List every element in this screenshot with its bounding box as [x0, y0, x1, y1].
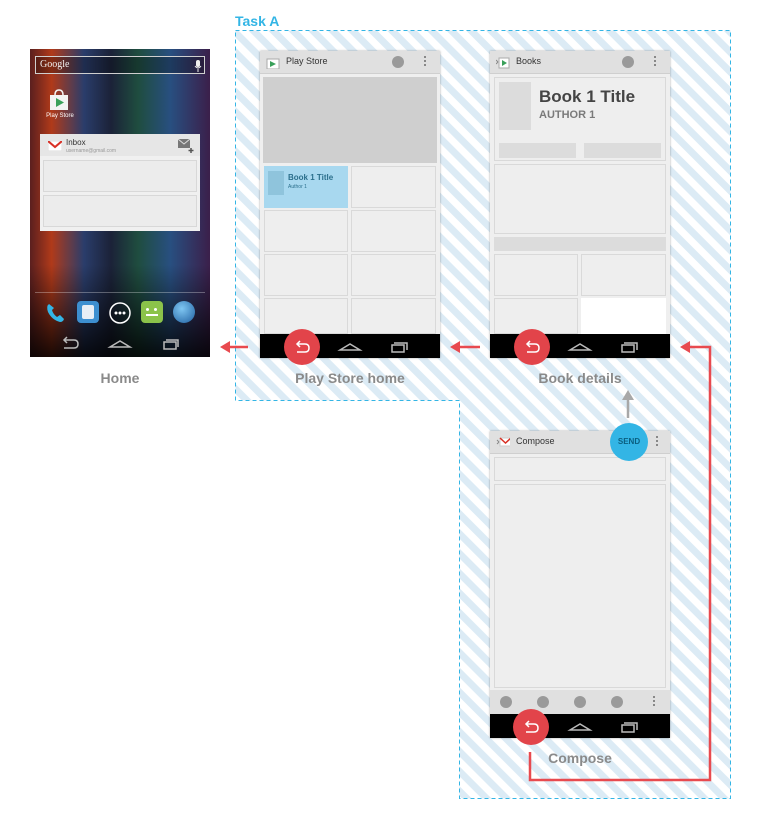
search-icon[interactable] — [392, 56, 404, 68]
all-apps-icon[interactable] — [109, 302, 131, 324]
inbox-title: Inbox — [66, 138, 86, 147]
nav-recents-icon — [621, 342, 638, 353]
overflow-menu-icon[interactable] — [654, 56, 657, 68]
nav-recents-icon — [391, 342, 408, 353]
bottom-action-bar — [490, 690, 670, 714]
inbox-row[interactable] — [43, 195, 197, 227]
caption-compose: Compose — [548, 750, 612, 766]
nav-home-icon — [337, 343, 363, 351]
section-header — [494, 237, 666, 251]
empty-tile — [581, 298, 666, 334]
books-action-bar: Books — [490, 51, 670, 74]
grid-tile[interactable] — [264, 210, 348, 252]
back-arrow-icon — [525, 340, 540, 353]
books-title: Books — [516, 56, 542, 66]
back-button-highlight[interactable] — [513, 709, 549, 745]
nav-home-icon — [567, 723, 593, 731]
grid-tile[interactable] — [351, 166, 436, 208]
nav-home-icon — [107, 340, 133, 348]
caption-book-details: Book details — [538, 370, 622, 386]
back-arrow-icon — [295, 340, 310, 353]
messaging-icon[interactable] — [141, 301, 163, 323]
phone-icon[interactable] — [44, 302, 66, 324]
inbox-widget[interactable]: Inbox username@gmail.com — [40, 134, 200, 231]
search-icon[interactable] — [622, 56, 634, 68]
book-details-screen: Books Book 1 Title AUTHOR 1 — [490, 51, 670, 358]
description-section — [494, 164, 666, 234]
home-screen: Google Play Store Inbox username@gmail.c… — [30, 49, 210, 357]
browser-icon[interactable] — [173, 301, 195, 323]
book-cover-thumb — [268, 171, 284, 195]
caption-home: Home — [100, 370, 140, 386]
book-card-selected[interactable]: Book 1 Title Author 1 — [264, 166, 348, 208]
overflow-menu-icon[interactable] — [656, 436, 659, 448]
play-store-app-icon[interactable] — [266, 55, 280, 69]
task-label: Task A — [235, 13, 280, 29]
recipient-field[interactable] — [494, 457, 666, 481]
nav-back-icon — [62, 336, 79, 349]
google-search-bar[interactable]: Google — [35, 56, 205, 74]
caption-play-store-home: Play Store home — [295, 370, 405, 386]
overflow-menu-icon[interactable] — [653, 696, 656, 708]
grid-tile[interactable] — [264, 254, 348, 296]
play-store-title: Play Store — [286, 56, 328, 66]
inbox-widget-header: Inbox username@gmail.com — [40, 134, 200, 156]
contacts-icon[interactable] — [77, 301, 99, 323]
related-book-tile[interactable] — [581, 254, 666, 296]
compose-mail-icon[interactable] — [178, 139, 196, 153]
home-nav-bar — [62, 336, 179, 350]
back-button-highlight[interactable] — [514, 329, 550, 365]
nav-recents-icon — [621, 722, 638, 733]
inbox-account: username@gmail.com — [66, 148, 117, 154]
inbox-row[interactable] — [43, 160, 197, 192]
nav-home-icon — [567, 343, 593, 351]
play-store-screen: Play Store Book 1 Title Author 1 — [260, 51, 440, 358]
preview-button[interactable] — [584, 143, 661, 158]
mic-icon[interactable] — [194, 60, 202, 72]
google-search-label: Google — [40, 59, 70, 70]
dock — [30, 294, 210, 330]
play-store-action-bar: Play Store — [260, 51, 440, 74]
gmail-app-icon[interactable] — [496, 435, 510, 449]
action-icon[interactable] — [537, 696, 549, 708]
book-cover — [499, 82, 531, 130]
play-store-icon[interactable] — [48, 89, 70, 111]
related-book-tile[interactable] — [494, 254, 578, 296]
action-icon[interactable] — [574, 696, 586, 708]
gmail-icon — [48, 141, 62, 151]
action-icon[interactable] — [500, 696, 512, 708]
message-body-field[interactable] — [494, 484, 666, 688]
book-author: AUTHOR 1 — [539, 109, 596, 121]
book-card-author: Author 1 — [288, 184, 307, 190]
grid-tile[interactable] — [351, 254, 436, 296]
action-icon[interactable] — [611, 696, 623, 708]
buy-button[interactable] — [499, 143, 576, 158]
play-books-app-icon[interactable] — [496, 55, 510, 69]
back-button-highlight[interactable] — [284, 329, 320, 365]
featured-banner[interactable] — [263, 77, 437, 163]
book-card-title: Book 1 Title — [288, 173, 334, 182]
nav-recents-icon — [163, 339, 179, 350]
grid-tile[interactable] — [351, 210, 436, 252]
compose-screen: Compose — [490, 431, 670, 738]
dock-divider — [35, 292, 205, 293]
compose-title: Compose — [516, 436, 555, 446]
book-title: Book 1 Title — [539, 87, 636, 106]
overflow-menu-icon[interactable] — [424, 56, 427, 68]
back-arrow-icon — [524, 720, 539, 733]
play-store-app-label: Play Store — [46, 113, 74, 119]
grid-tile[interactable] — [351, 298, 436, 334]
send-button[interactable]: SEND — [610, 423, 648, 461]
